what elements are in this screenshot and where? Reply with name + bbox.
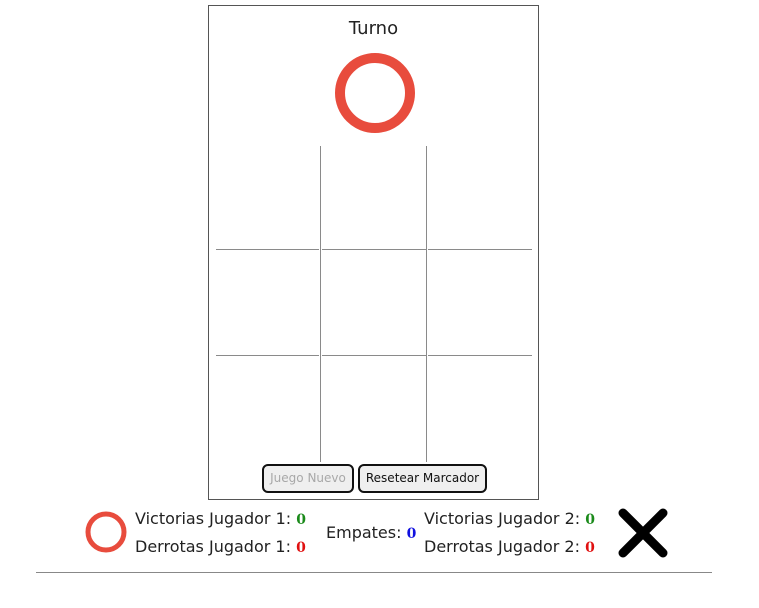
board-cell-4[interactable]: [216, 252, 320, 356]
board-grid-line: [322, 355, 426, 356]
board-grid-line: [428, 249, 532, 250]
board-cell-6[interactable]: [428, 252, 532, 356]
board-cell-7[interactable]: [216, 358, 320, 462]
board-grid-line: [426, 146, 427, 462]
player1-losses-value: 0: [296, 540, 306, 556]
turn-title: Turno: [348, 18, 399, 39]
game-board: [216, 146, 532, 462]
turn-o-icon: [335, 53, 415, 133]
player1-wins-value: 0: [296, 512, 306, 528]
draws-value: 0: [406, 526, 417, 542]
player2-losses-value: 0: [585, 540, 595, 556]
board-grid-line: [428, 355, 532, 356]
player2-x-icon: [618, 508, 668, 558]
board-grid-line: [216, 249, 319, 250]
new-game-button[interactable]: Juego Nuevo: [262, 464, 354, 493]
board-grid-line: [320, 146, 321, 462]
player1-wins-label: Victorias Jugador 1:: [135, 509, 292, 528]
player2-wins-value: 0: [585, 512, 595, 528]
board-cell-2[interactable]: [322, 146, 426, 250]
player2-losses-label: Derrotas Jugador 2:: [424, 537, 580, 556]
player2-wins: Victorias Jugador 2: 0: [424, 509, 595, 528]
player1-losses-label: Derrotas Jugador 1:: [135, 537, 291, 556]
draws: Empates: 0: [326, 523, 416, 542]
board-cell-5[interactable]: [322, 252, 426, 356]
draws-label: Empates:: [326, 523, 402, 542]
board-cell-9[interactable]: [428, 358, 532, 462]
board-grid-line: [322, 249, 426, 250]
player2-wins-label: Victorias Jugador 2:: [424, 509, 581, 528]
player1-o-icon: [85, 511, 127, 553]
reset-score-button[interactable]: Resetear Marcador: [358, 464, 487, 493]
footer-divider: [36, 572, 712, 573]
game-panel: Turno Juego Nuevo Resetear Marcador: [208, 5, 539, 500]
board-grid-line: [216, 355, 319, 356]
player1-wins: Victorias Jugador 1: 0: [135, 509, 306, 528]
board-cell-3[interactable]: [428, 146, 532, 250]
player2-losses: Derrotas Jugador 2: 0: [424, 537, 595, 556]
board-cell-8[interactable]: [322, 358, 426, 462]
board-cell-1[interactable]: [216, 146, 320, 250]
player1-losses: Derrotas Jugador 1: 0: [135, 537, 306, 556]
